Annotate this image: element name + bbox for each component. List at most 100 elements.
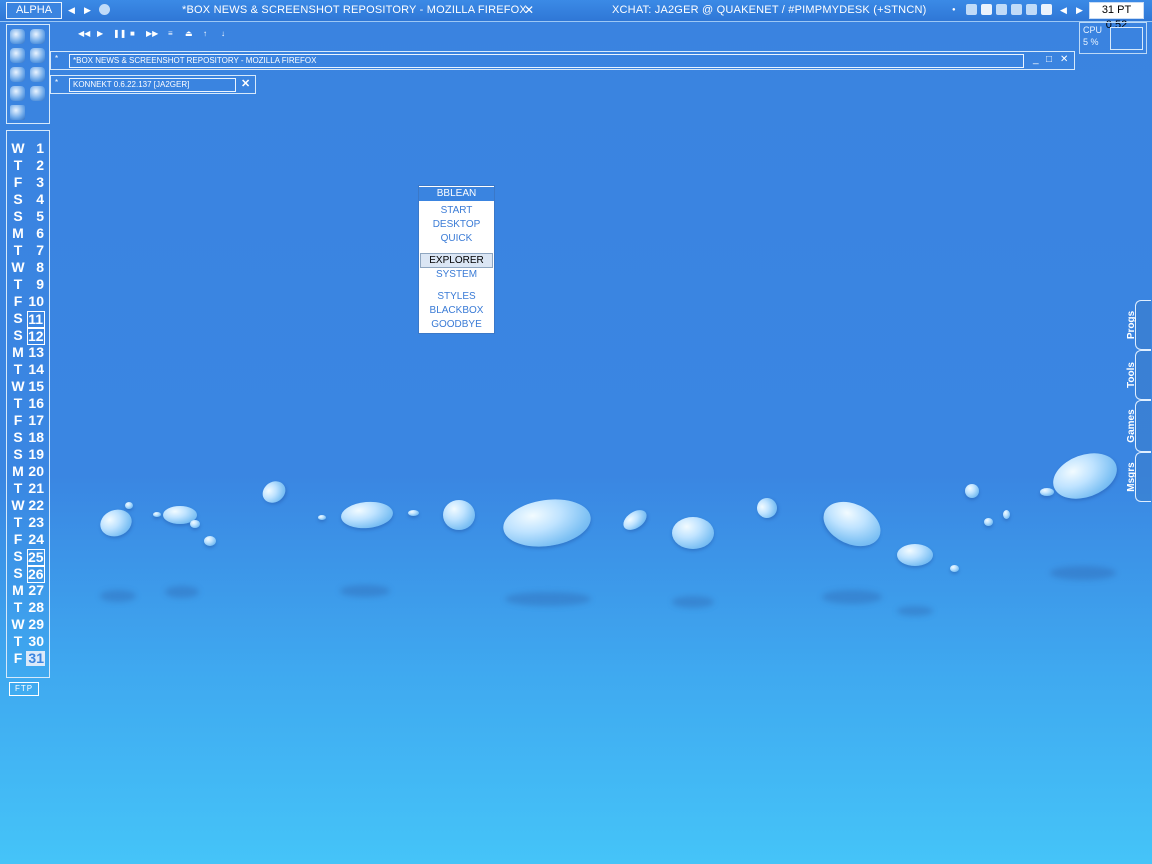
calendar-day[interactable]: M 27	[7, 582, 49, 599]
calendar-day[interactable]: F 17	[7, 412, 49, 429]
prev-window-icon[interactable]: ◀	[1060, 2, 1067, 18]
save-icon[interactable]	[10, 105, 25, 120]
calendar-day[interactable]: T9	[7, 276, 49, 293]
tab-progs[interactable]: Progs	[1126, 300, 1151, 350]
calendar-day[interactable]: S 26	[7, 565, 49, 583]
calendar-day[interactable]: F3	[7, 174, 49, 191]
tab-games[interactable]: Games	[1126, 400, 1151, 452]
calendar-day[interactable]: S 18	[7, 429, 49, 446]
menu-item-quick[interactable]: QUICK	[419, 232, 494, 245]
weekday-label: F	[13, 293, 23, 309]
calendar-day[interactable]: T2	[7, 157, 49, 174]
cpu-monitor: CPU 5 %	[1079, 22, 1147, 54]
playlist-icon[interactable]: ≡	[168, 28, 173, 40]
launcher-icon-7[interactable]	[10, 86, 25, 101]
close-icon[interactable]: ✕	[1060, 53, 1068, 67]
calendar-day[interactable]: M6	[7, 225, 49, 242]
calendar-day[interactable]: W 15	[7, 378, 49, 395]
maximize-icon[interactable]: □	[1046, 53, 1052, 67]
fast-forward-icon[interactable]: ▶▶	[146, 28, 158, 40]
focused-window-title[interactable]: *BOX NEWS & SCREENSHOT REPOSITORY - MOZI…	[182, 2, 527, 18]
calendar-day[interactable]: F 10	[7, 293, 49, 310]
launcher-icon-4[interactable]	[30, 48, 45, 63]
calendar-day[interactable]: F 24	[7, 531, 49, 548]
day-number: 27	[28, 582, 44, 598]
calendar-day[interactable]: T 14	[7, 361, 49, 378]
tab-tools[interactable]: Tools	[1126, 350, 1151, 400]
launcher-icon-8[interactable]	[30, 86, 45, 101]
calendar-day[interactable]: S 12	[7, 327, 49, 345]
menu-item-explorer[interactable]: EXPLORER	[420, 253, 493, 268]
firefox-window-title[interactable]: *BOX NEWS & SCREENSHOT REPOSITORY - MOZI…	[69, 54, 1024, 68]
second-window-title[interactable]: XCHAT: JA2GER @ QUAKENET / #PIMPMYDESK (…	[612, 2, 926, 18]
close-icon[interactable]: ✕	[241, 77, 250, 91]
calendar-day[interactable]: S5	[7, 208, 49, 225]
calendar-day[interactable]: T7	[7, 242, 49, 259]
calendar-day[interactable]: T 30	[7, 633, 49, 650]
menu-item-goodbye[interactable]: GOODBYE	[419, 318, 494, 331]
menu-item-start[interactable]: START	[419, 204, 494, 217]
menu-item-styles[interactable]: STYLES	[419, 290, 494, 303]
droplet	[125, 502, 133, 509]
eject-icon[interactable]: ⏏	[185, 28, 193, 40]
konnekt-window-title[interactable]: KONNEKT 0.6.22.137 [JA2GER]	[69, 78, 236, 92]
droplet	[318, 515, 326, 520]
window-menu-icon[interactable]: *	[55, 54, 58, 64]
down-icon[interactable]: ↓	[221, 28, 225, 40]
launcher-icon-3[interactable]	[10, 48, 25, 63]
calendar-day[interactable]: W8	[7, 259, 49, 276]
day-number: 2	[36, 157, 44, 173]
menu-item-blackbox[interactable]: BLACKBOX	[419, 304, 494, 317]
calendar-day[interactable]: W 29	[7, 616, 49, 633]
calendar-day[interactable]: T 21	[7, 480, 49, 497]
next-workspace-icon[interactable]: ▶	[84, 2, 91, 18]
app-icon[interactable]	[99, 4, 110, 15]
menu-item-system[interactable]: SYSTEM	[419, 268, 494, 281]
launcher-icon-5[interactable]	[10, 67, 25, 82]
firefox-window-bar[interactable]: * *BOX NEWS & SCREENSHOT REPOSITORY - MO…	[50, 51, 1075, 70]
tray-icon-5[interactable]	[1026, 4, 1037, 15]
calendar-day[interactable]: T 23	[7, 514, 49, 531]
clock[interactable]: 31 PT 0:52	[1089, 2, 1144, 31]
next-window-icon[interactable]: ▶	[1076, 2, 1083, 18]
weekday-label: M	[12, 225, 24, 241]
day-number: 30	[28, 633, 44, 649]
tray-icon-6[interactable]	[1041, 4, 1052, 15]
konnekt-window-bar[interactable]: * KONNEKT 0.6.22.137 [JA2GER] ✕	[50, 75, 256, 94]
tray-icon-3[interactable]	[996, 4, 1007, 15]
menu-item-desktop[interactable]: DESKTOP	[419, 218, 494, 231]
ftp-button[interactable]: FTP	[9, 682, 39, 696]
weekday-label: F	[13, 412, 23, 428]
calendar-day[interactable]: S 19	[7, 446, 49, 463]
tab-msgrs[interactable]: Msgrs	[1126, 452, 1151, 502]
cpu-label: CPU	[1083, 25, 1103, 35]
calendar-day[interactable]: T 16	[7, 395, 49, 412]
minimize-icon[interactable]: _	[1033, 53, 1039, 67]
calendar-day[interactable]: T 28	[7, 599, 49, 616]
calendar-day[interactable]: W 22	[7, 497, 49, 514]
stop-icon[interactable]: ■	[130, 28, 135, 40]
calendar-day[interactable]: S4	[7, 191, 49, 208]
launcher-icon-1[interactable]	[10, 29, 25, 44]
calendar-day[interactable]: M 20	[7, 463, 49, 480]
tray-icon-4[interactable]	[1011, 4, 1022, 15]
launcher-icon-6[interactable]	[30, 67, 45, 82]
pause-icon[interactable]: ❚❚	[113, 28, 126, 40]
droplet-shadow	[897, 606, 933, 616]
up-icon[interactable]: ↑	[203, 28, 207, 40]
calendar-day[interactable]: M 13	[7, 344, 49, 361]
xchat-icon[interactable]: ✕	[524, 2, 534, 18]
calendar-day[interactable]: F 31	[7, 650, 49, 667]
prev-workspace-icon[interactable]: ◀	[68, 2, 75, 18]
launcher-icon-2[interactable]	[30, 29, 45, 44]
calendar-day[interactable]: W1	[7, 140, 49, 157]
workspace-label[interactable]: ALPHA	[6, 2, 62, 19]
play-icon[interactable]: ▶	[97, 28, 103, 40]
tray-icon-1[interactable]	[966, 4, 977, 15]
calendar-day[interactable]: S 11	[7, 310, 49, 328]
calendar-day[interactable]: S 25	[7, 548, 49, 566]
window-menu-icon[interactable]: *	[55, 78, 58, 88]
tray-icon-2[interactable]	[981, 4, 992, 15]
rewind-icon[interactable]: ◀◀	[78, 28, 90, 40]
droplet	[96, 505, 136, 541]
